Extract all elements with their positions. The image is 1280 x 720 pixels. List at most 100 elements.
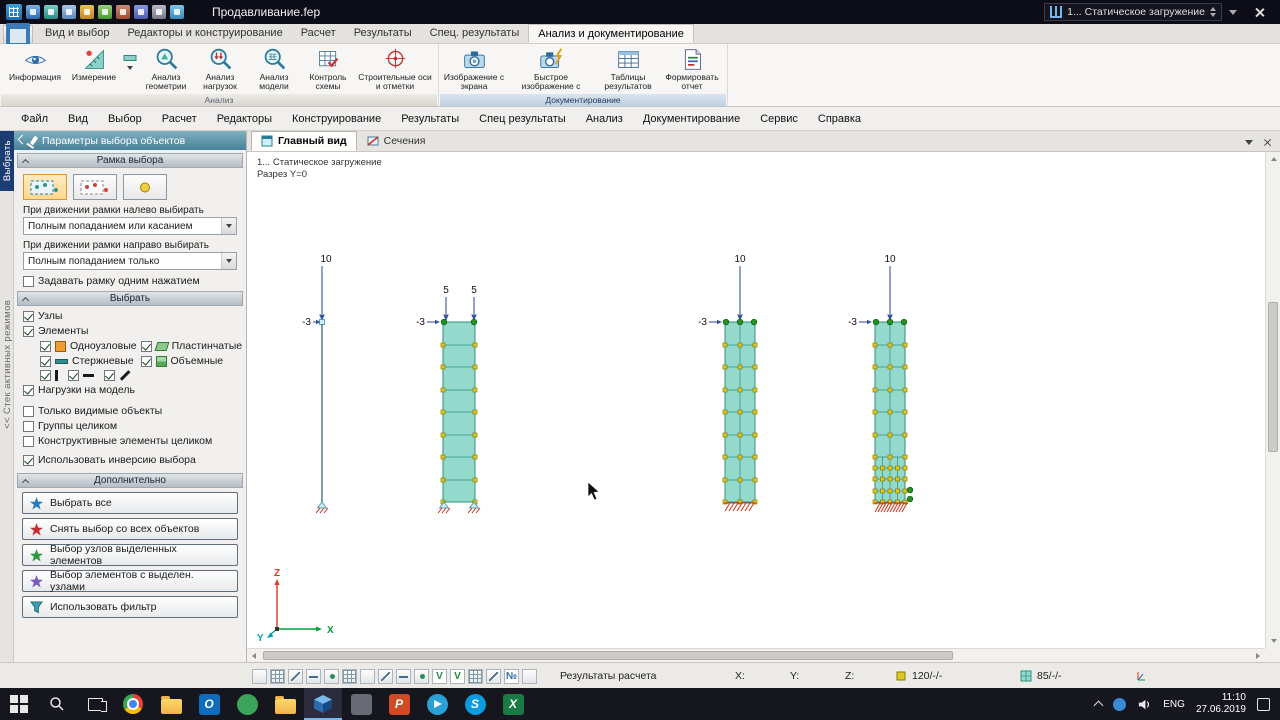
vertical-scrollbar[interactable]	[1265, 152, 1280, 648]
taskbar-powerpoint[interactable]: P	[380, 688, 418, 720]
render-mode-icon[interactable]	[378, 668, 393, 684]
checkbox[interactable]	[23, 420, 34, 432]
checkbox-invert-selection[interactable]: Использовать инверсию выбора	[14, 452, 246, 467]
display-axes-icon[interactable]	[152, 5, 166, 19]
modes-stack-label[interactable]: << Стек активных режимов	[0, 199, 14, 429]
checkbox[interactable]	[40, 370, 51, 381]
vertical-scroll-thumb[interactable]	[1268, 302, 1278, 452]
display-elements-icon[interactable]	[98, 5, 112, 19]
ribbon-tab-analysis-documentation[interactable]: Анализ и документирование	[528, 24, 694, 43]
checkbox-plate-elements[interactable]: Пластинчатые	[140, 340, 242, 352]
checkbox-single-node-elements[interactable]: Одноузловые	[40, 340, 137, 352]
panel-header[interactable]: Параметры выбора объектов	[14, 131, 246, 150]
tab-list-icon[interactable]	[1245, 140, 1253, 145]
column-3[interactable]: 10 -3	[698, 254, 758, 512]
checkbox[interactable]	[68, 370, 79, 381]
grid-step-icon[interactable]	[396, 668, 411, 684]
save-icon[interactable]	[26, 5, 40, 19]
ribbon-tab-results[interactable]: Результаты	[345, 24, 421, 43]
information-button[interactable]: Информация	[3, 45, 67, 82]
checkbox-single-click-frame[interactable]: Задавать рамку одним нажатием	[14, 273, 246, 288]
volume-icon[interactable]	[1137, 697, 1152, 712]
checkbox[interactable]	[23, 405, 34, 417]
tab-main-view[interactable]: Главный вид	[251, 131, 357, 151]
tab-sections[interactable]: Сечения	[357, 131, 436, 151]
taskbar-clock[interactable]: 11:10 27.06.2019	[1196, 692, 1246, 716]
taskbar-app-green[interactable]	[228, 688, 266, 720]
task-view-button[interactable]	[76, 688, 114, 720]
checkbox-elements[interactable]: Элементы	[14, 323, 246, 338]
load-case-selector[interactable]: 1... Статическое загружение	[1044, 3, 1222, 21]
redo-icon[interactable]	[62, 5, 76, 19]
menu-help[interactable]: Справка	[809, 110, 870, 128]
measure-button[interactable]: Измерение	[67, 45, 121, 82]
elements-display-icon[interactable]	[288, 668, 303, 684]
frame-right-dropdown[interactable]: Полным попаданием только	[23, 252, 237, 270]
menu-analysis[interactable]: Анализ	[577, 110, 632, 128]
selection-frame-icon[interactable]	[252, 668, 267, 684]
check-elements-icon[interactable]: V	[450, 668, 465, 684]
close-button[interactable]	[1244, 2, 1274, 22]
hidden-icons-chevron[interactable]	[1093, 700, 1104, 711]
menu-file[interactable]: Файл	[12, 110, 57, 128]
menu-editors[interactable]: Редакторы	[208, 110, 281, 128]
checkbox[interactable]	[40, 355, 51, 367]
misc-tool-icon[interactable]	[522, 668, 537, 684]
frame-mode-touch-button[interactable]	[23, 174, 67, 200]
section-cut-icon[interactable]	[486, 668, 501, 684]
ribbon-tab-editors[interactable]: Редакторы и конструирование	[118, 24, 291, 43]
screen-image-button[interactable]: Изображение с экрана	[442, 45, 506, 92]
model-canvas[interactable]: 1... Статическое загружение Разрез Y=0 1…	[247, 152, 1265, 648]
taskbar-fem-app[interactable]	[304, 688, 342, 720]
supports-display-icon[interactable]	[324, 668, 339, 684]
checkbox[interactable]	[23, 275, 34, 287]
notification-center-icon[interactable]	[1257, 697, 1270, 711]
section-header-frame[interactable]: Рамка выбора	[17, 153, 243, 168]
start-button[interactable]	[0, 688, 38, 720]
search-button[interactable]	[38, 688, 76, 720]
checkbox[interactable]	[23, 310, 34, 322]
shrink-elements-icon[interactable]	[360, 668, 375, 684]
menu-calculation[interactable]: Расчет	[153, 110, 206, 128]
column-1[interactable]: 10 -3	[302, 254, 332, 514]
horizontal-scrollbar[interactable]	[247, 648, 1265, 662]
checkbox-solid-elements[interactable]: Объемные	[140, 355, 238, 367]
scroll-left-button[interactable]	[247, 649, 261, 663]
analysis-loads-button[interactable]: Анализ нагрузок	[193, 45, 247, 92]
checkbox-structural-whole[interactable]: Конструктивные элементы целиком	[14, 433, 246, 448]
checkbox[interactable]	[23, 454, 34, 466]
check-nodes-icon[interactable]: V	[432, 668, 447, 684]
taskbar-skype[interactable]: S	[456, 688, 494, 720]
section-header-extra[interactable]: Дополнительно	[17, 473, 243, 488]
quick-screen-image-button[interactable]: Быстрое изображение с экрана	[506, 45, 596, 101]
chevron-down-icon[interactable]	[1229, 9, 1237, 15]
create-report-button[interactable]: Формировать отчет	[660, 45, 724, 92]
taskbar-app-gray[interactable]	[342, 688, 380, 720]
select-all-button[interactable]: Выбрать все	[22, 492, 238, 514]
checkbox[interactable]	[104, 370, 115, 381]
measure-options-button[interactable]	[121, 45, 139, 70]
select-nodes-of-selected-elements-button[interactable]: Выбор узлов выделенных элементов	[22, 543, 238, 567]
select-mode-badge[interactable]: Выбрать	[0, 131, 14, 191]
taskbar-explorer[interactable]	[152, 688, 190, 720]
menu-select[interactable]: Выбор	[99, 110, 151, 128]
section-header-select[interactable]: Выбрать	[17, 291, 243, 306]
checkbox-bar-style-horizontal[interactable]	[68, 370, 94, 381]
menu-design[interactable]: Конструирование	[283, 110, 390, 128]
checkbox[interactable]	[23, 384, 34, 396]
display-nodes-icon[interactable]	[80, 5, 94, 19]
snap-icon[interactable]	[414, 668, 429, 684]
frame-left-dropdown[interactable]: Полным попаданием или касанием	[23, 217, 237, 235]
use-filter-button[interactable]: Использовать фильтр	[22, 596, 238, 618]
dropdown-arrow-button[interactable]	[221, 253, 236, 269]
checkbox[interactable]	[140, 340, 152, 352]
dropdown-arrow-button[interactable]	[221, 218, 236, 234]
checkbox-groups-whole[interactable]: Группы целиком	[14, 418, 246, 433]
visibility-filter-icon[interactable]	[468, 668, 483, 684]
scroll-right-button[interactable]	[1251, 649, 1265, 663]
analysis-model-button[interactable]: Анализ модели	[247, 45, 301, 92]
undo-icon[interactable]	[44, 5, 58, 19]
analysis-geometry-button[interactable]: Анализ геометрии	[139, 45, 193, 92]
menu-service[interactable]: Сервис	[751, 110, 807, 128]
scroll-up-button[interactable]	[1266, 152, 1280, 166]
